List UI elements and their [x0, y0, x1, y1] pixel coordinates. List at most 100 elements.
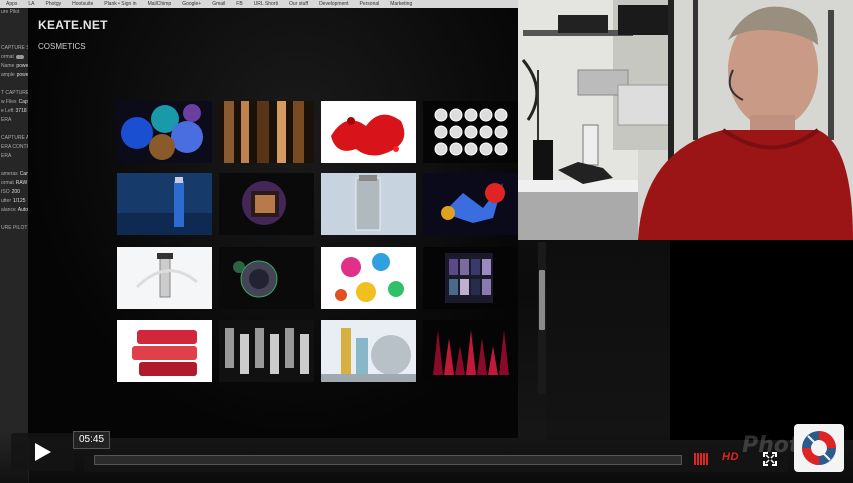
capture-setting-label: T CAPTURE LO [1, 90, 28, 96]
capture-setting-value[interactable]: RAW [16, 180, 27, 186]
thumbnail-glass-serum-dropper[interactable] [117, 247, 212, 309]
capture-setting-label: Name [1, 63, 15, 69]
webcam-scene [518, 0, 853, 240]
time-tooltip: 05:45 [73, 431, 111, 449]
thumbnail-silver-lipsticks[interactable] [219, 320, 314, 382]
capture-setting-row: amerasCano [0, 170, 28, 179]
bookmark-item[interactable]: Marketing [390, 1, 412, 7]
capture-setting-row: alance Auto [0, 206, 28, 215]
bookmark-item[interactable]: Plank • Sign in [104, 1, 136, 7]
capture-setting-label: URE PILOT [1, 225, 28, 231]
capture-setting-row: ERA [0, 116, 28, 125]
format-toggle[interactable] [15, 54, 24, 59]
capture-setting-label: ormat [1, 180, 14, 186]
progress-bar[interactable] [84, 446, 688, 472]
thumbnail-colorful-brush-burst[interactable] [423, 173, 518, 235]
bookmark-item[interactable]: URL Shorti [254, 1, 278, 7]
bookmark-item[interactable]: Google+ [182, 1, 201, 7]
capture-setting-value[interactable]: powe [17, 72, 28, 78]
bookmark-item[interactable]: FB [236, 1, 242, 7]
site-title[interactable]: KEATE.NET [38, 18, 108, 32]
capture-setting-row [0, 125, 28, 134]
bookmark-item[interactable]: Personal [360, 1, 380, 7]
capture-setting-row: ERA [0, 152, 28, 161]
capture-setting-row: w FilesCapt [0, 98, 28, 107]
capture-setting-value[interactable]: 3718 [16, 108, 27, 114]
capture-setting-row: ormat [0, 53, 28, 62]
capture-setting-label: utter [1, 198, 12, 204]
capture-setting-label: CAPTURE ADJ [1, 135, 28, 141]
capture-setting-row [0, 35, 28, 44]
capture-setting-label: ure Pilot [1, 9, 20, 15]
brand-logo[interactable] [794, 424, 844, 472]
thumbnail-red-powder-splash[interactable] [321, 101, 416, 163]
background-dark-area [546, 240, 670, 440]
thumbnail-silver-bottle[interactable] [321, 173, 416, 235]
thumbnail-red-lipsticks[interactable] [117, 320, 212, 382]
bookmark-item[interactable]: Hootsuite [72, 1, 93, 7]
volume-icon[interactable] [694, 453, 714, 465]
scrollbar-thumb[interactable] [539, 270, 545, 330]
play-icon [35, 443, 51, 461]
capture-setting-label: ERA [1, 153, 12, 159]
capture-setting-row: Name powe [0, 62, 28, 71]
bookmark-item[interactable]: MailChimp [148, 1, 172, 7]
capture-setting-label: ERA CONTROL [1, 144, 28, 150]
capture-setting-row: URE PILOT [0, 224, 28, 233]
capture-setting-row: ERA CONTROL [0, 143, 28, 152]
capture-setting-label: ERA [1, 117, 12, 123]
thumbnail-eyeshadow-compact-glow[interactable] [219, 173, 314, 235]
portfolio-site: KEATE.NET COSMETICS [28, 8, 518, 438]
capture-setting-row: utter 1/125 [0, 197, 28, 206]
capture-settings-panel: ure PilotCAPTURE SEormatNamepoweamplepow… [0, 8, 29, 483]
thumbnail-red-lipstick-flower[interactable] [423, 320, 518, 382]
capture-setting-label: w Files [1, 99, 17, 105]
capture-setting-row: ample powe [0, 71, 28, 80]
bookmark-item[interactable]: Photgy [46, 1, 62, 7]
play-button[interactable] [11, 433, 74, 471]
section-title[interactable]: COSMETICS [38, 42, 86, 51]
thumbnail-skincare-set[interactable] [321, 320, 416, 382]
capture-setting-row [0, 215, 28, 224]
capture-setting-label: CAPTURE SE [1, 45, 28, 51]
capture-setting-row [0, 161, 28, 170]
capture-setting-value[interactable]: Capt [19, 99, 28, 105]
bookmark-item[interactable]: LA [28, 1, 34, 7]
capture-setting-row [0, 80, 28, 89]
capture-setting-value[interactable]: powe [16, 63, 28, 69]
capture-setting-row: CAPTURE ADJ [0, 134, 28, 143]
capture-setting-value[interactable]: 1/125 [13, 198, 26, 204]
capture-setting-row [0, 17, 28, 26]
capture-setting-label: ameras [1, 171, 18, 177]
progress-track[interactable] [94, 455, 682, 465]
thumbnail-dark-compact-burst[interactable] [219, 247, 314, 309]
capture-setting-label: e Left [1, 108, 14, 114]
thumbnail-blue-serum-bottle[interactable] [117, 173, 212, 235]
bookmark-item[interactable]: Development [319, 1, 348, 7]
bookmark-item[interactable]: Apps [6, 1, 17, 7]
capture-setting-row: CAPTURE SE [0, 44, 28, 53]
capture-setting-row: ure Pilot [0, 8, 28, 17]
capture-setting-row: ISO 200 [0, 188, 28, 197]
thumbnail-blue-eyeshadow-pots[interactable] [117, 101, 212, 163]
shutter-logo-icon [802, 431, 836, 465]
bookmark-item[interactable]: Gmail [212, 1, 225, 7]
webcam-video [518, 0, 853, 240]
capture-setting-row: e Left 3718 [0, 107, 28, 116]
capture-setting-label: ISO [1, 189, 10, 195]
thumbnail-nail-polish-splash[interactable] [321, 247, 416, 309]
thumbnail-chrome-spheres[interactable] [423, 101, 518, 163]
background-dark-area-right [670, 240, 853, 440]
capture-setting-row [0, 26, 28, 35]
bookmark-item[interactable]: Our stuff [289, 1, 308, 7]
capture-setting-label: ormat [1, 54, 14, 60]
hd-button[interactable]: HD [722, 451, 739, 463]
capture-setting-row: T CAPTURE LO [0, 89, 28, 98]
thumbnail-bronze-brushes[interactable] [219, 101, 314, 163]
thumbnail-eyeshadow-palette[interactable] [423, 247, 518, 309]
bookmarks-bar: Apps LA Photgy Hootsuite Plank • Sign in Mail… [0, 0, 520, 8]
capture-setting-value[interactable]: Auto [18, 207, 28, 213]
capture-setting-value[interactable]: Cano [20, 171, 28, 177]
capture-setting-value[interactable]: 200 [12, 189, 20, 195]
capture-setting-label: ample [1, 72, 15, 78]
